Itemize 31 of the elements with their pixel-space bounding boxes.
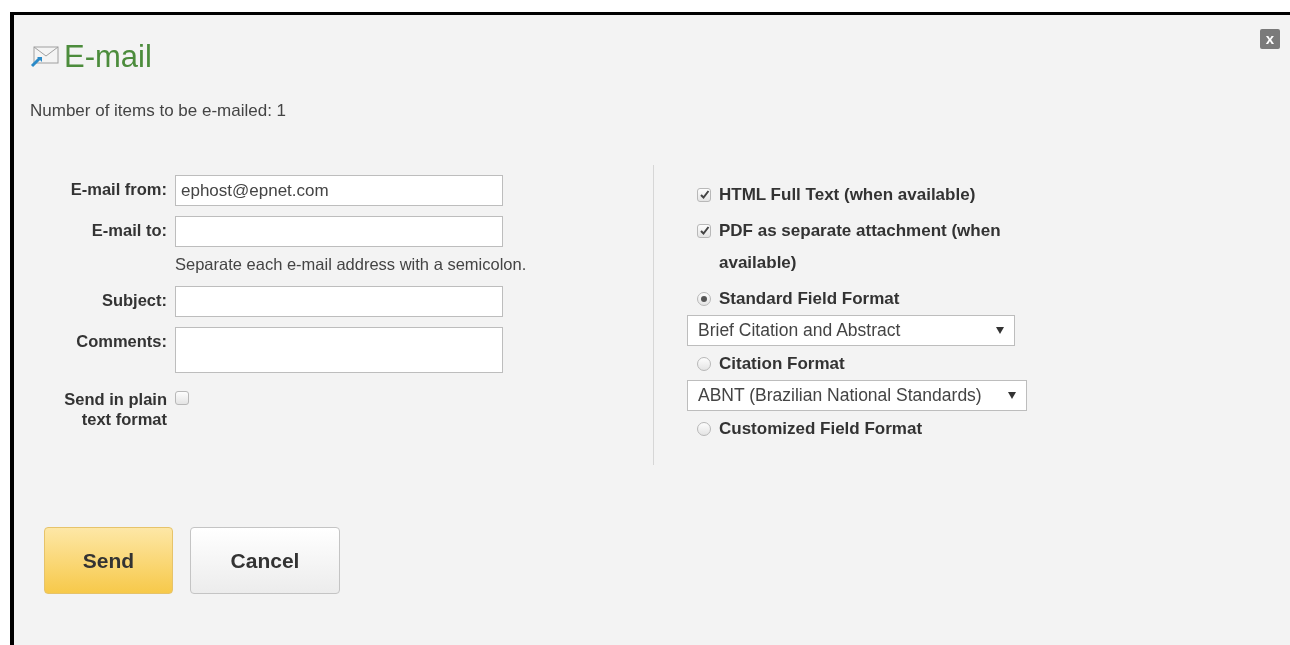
- field-label: Subject:: [100, 290, 167, 310]
- option-label: Customized Field Format: [719, 418, 923, 440]
- caret-icon: [1007, 392, 1016, 399]
- input-field[interactable]: ephost@epnet.com: [175, 175, 503, 206]
- radio-button[interactable]: [697, 292, 711, 306]
- send-button[interactable]: Send: [44, 527, 173, 594]
- dropdown[interactable]: Brief Citation and Abstract: [687, 315, 1015, 346]
- radio-button[interactable]: [697, 422, 711, 436]
- comments-field[interactable]: [175, 327, 503, 373]
- option-label: PDF as separate attachment (when available): [719, 220, 1002, 274]
- close-button[interactable]: x: [1260, 29, 1280, 49]
- option-label: Standard Field Format: [719, 288, 900, 310]
- dialog-title: E-mail: [64, 39, 152, 75]
- item-count-text: Number of items to be e-mailed: 1: [30, 101, 288, 121]
- envelope-icon: [30, 45, 60, 69]
- input-field[interactable]: [175, 216, 503, 247]
- dropdown[interactable]: ABNT (Brazilian National Standards): [687, 380, 1027, 411]
- field-label: Comments:: [75, 331, 167, 351]
- field-label: Send in plain text format: [63, 389, 167, 429]
- option-label: Citation Format: [719, 353, 845, 375]
- checkbox[interactable]: [175, 391, 189, 405]
- input-field[interactable]: [175, 286, 503, 317]
- radio-button[interactable]: [697, 357, 711, 371]
- field-label: E-mail from:: [69, 179, 167, 199]
- cancel-button[interactable]: Cancel: [190, 527, 340, 594]
- checkbox[interactable]: [697, 188, 711, 202]
- field-label: E-mail to:: [90, 220, 167, 240]
- caret-icon: [996, 327, 1004, 334]
- hint-text: Separate each e-mail address with a semicolon.: [175, 255, 528, 274]
- checkbox[interactable]: [697, 224, 711, 238]
- option-label: HTML Full Text (when available): [719, 184, 976, 206]
